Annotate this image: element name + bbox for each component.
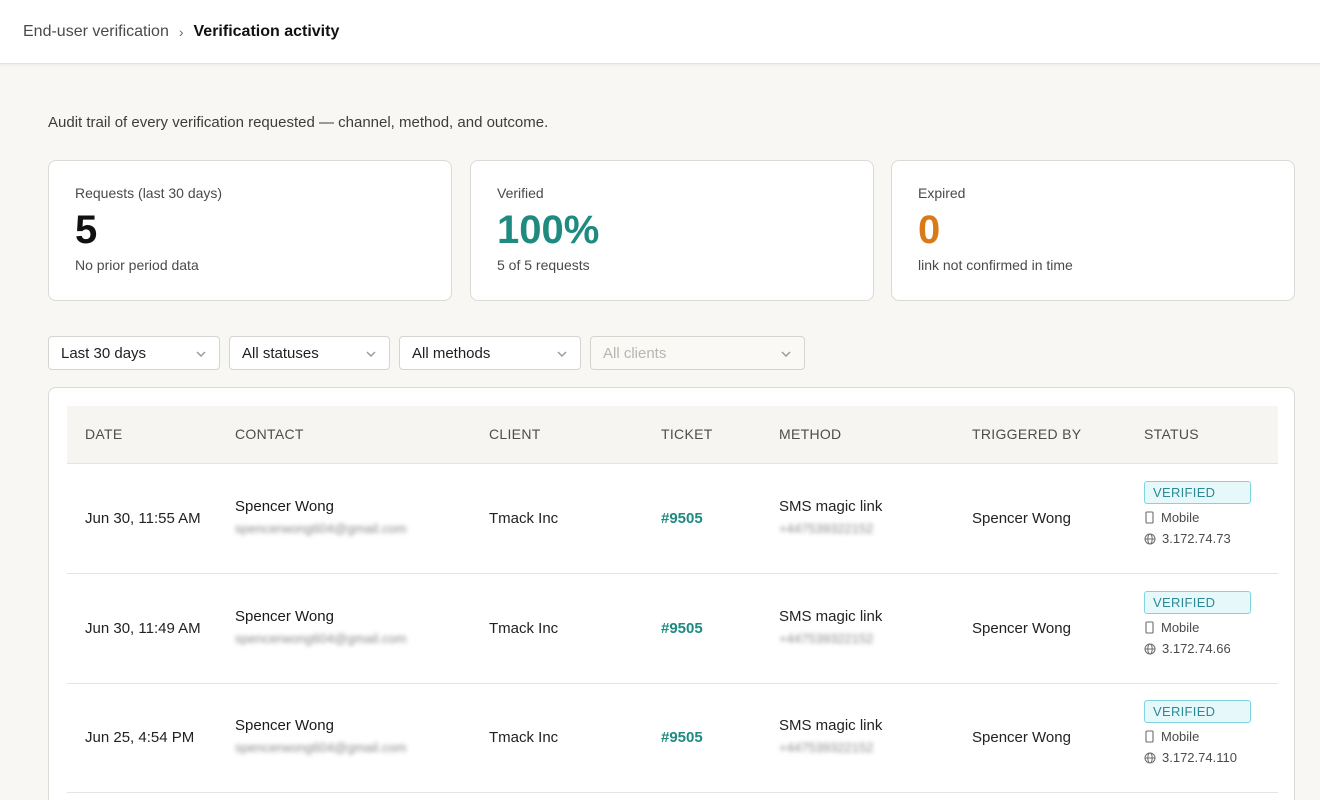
mobile-icon [1145,621,1154,634]
row-date: Jun 30, 11:49 AM [85,620,201,637]
method-filter-select[interactable]: All methods [399,336,581,370]
row-triggered-by: Spencer Wong [972,620,1071,637]
verification-table: DATE CONTACT CLIENT TICKET METHOD TRIGGE… [48,387,1295,800]
stat-value: 5 [75,208,98,252]
row-date: Jun 30, 11:55 AM [85,510,201,527]
table-header: DATE CONTACT CLIENT TICKET METHOD TRIGGE… [67,406,1278,464]
stat-value: 0 [918,208,941,252]
contact-phone: +447539322152 [779,631,874,646]
client-filter-select[interactable]: All clients [590,336,805,370]
stat-card-verified: Verified 100% 5 of 5 requests [470,160,874,301]
row-triggered-by: Spencer Wong [972,729,1071,746]
stat-card-requests: Requests (last 30 days) 5 No prior perio… [48,160,452,301]
device-label: Mobile [1161,729,1200,744]
contact-name: Spencer Wong [235,717,334,734]
device-info: Mobile [1144,510,1251,525]
row-contact: Spencer Wong spencerwong604@gmail.com [235,717,406,755]
row-method: SMS magic link +447539322152 [779,717,882,755]
mobile-icon [1145,511,1154,524]
column-header-triggered-by[interactable]: TRIGGERED BY [972,426,1081,442]
page-subtitle: Audit trail of every verification reques… [48,114,549,131]
status-filter-value: All statuses [242,344,319,362]
contact-phone: +447539322152 [779,521,874,536]
client-filter-value: All clients [603,344,667,362]
chevron-down-icon [557,351,567,357]
ip-info: 3.172.74.110 [1144,750,1251,765]
column-header-contact[interactable]: CONTACT [235,426,304,442]
ip-address: 3.172.74.110 [1162,750,1237,765]
stat-label: Verified [497,185,544,201]
row-status: VERIFIED Mobile 3.172.74.66 [1144,591,1251,656]
status-badge: VERIFIED [1144,591,1251,614]
method-name: SMS magic link [779,717,883,734]
stat-label: Requests (last 30 days) [75,185,223,201]
stat-value: 100% [497,208,600,252]
ip-address: 3.172.74.66 [1162,641,1231,656]
row-client: Tmack Inc [489,620,559,637]
mobile-icon [1145,730,1154,743]
contact-name: Spencer Wong [235,498,334,515]
globe-icon [1144,533,1156,544]
device-label: Mobile [1161,510,1200,525]
stat-card-expired: Expired 0 link not confirmed in time [891,160,1295,301]
ip-address: 3.172.74.73 [1162,531,1231,546]
table-row[interactable]: Jun 30, 11:49 AM Spencer Wong spencerwon… [67,574,1278,684]
stat-note: No prior period data [75,257,199,273]
row-status: VERIFIED Mobile 3.172.74.110 [1144,700,1251,765]
chevron-down-icon [781,351,791,357]
ip-info: 3.172.74.66 [1144,641,1251,656]
method-name: SMS magic link [779,608,883,625]
device-info: Mobile [1144,620,1251,635]
ticket-link[interactable]: #9505 [661,510,703,527]
row-client: Tmack Inc [489,729,559,746]
column-header-client[interactable]: CLIENT [489,426,541,442]
contact-email: spencerwong604@gmail.com [235,631,407,646]
row-triggered-by: Spencer Wong [972,510,1071,527]
period-filter-select[interactable]: Last 30 days [48,336,220,370]
device-info: Mobile [1144,729,1251,744]
page-title: Verification activity [193,22,340,40]
globe-icon [1144,752,1156,763]
column-header-method[interactable]: METHOD [779,426,841,442]
table-row[interactable]: Jun 25, 4:54 PM Spencer Wong spencerwong… [67,683,1278,793]
stat-label: Expired [918,185,966,201]
ticket-link[interactable]: #9505 [661,620,703,637]
contact-email: spencerwong604@gmail.com [235,521,407,536]
row-contact: Spencer Wong spencerwong604@gmail.com [235,498,406,536]
contact-email: spencerwong604@gmail.com [235,740,407,755]
device-label: Mobile [1161,620,1200,635]
stat-note: link not confirmed in time [918,257,1073,273]
chevron-down-icon [366,351,376,357]
row-status: VERIFIED Mobile 3.172.74.73 [1144,481,1251,546]
ip-info: 3.172.74.73 [1144,531,1251,546]
column-header-date[interactable]: DATE [85,426,123,442]
contact-name: Spencer Wong [235,608,334,625]
row-contact: Spencer Wong spencerwong604@gmail.com [235,608,406,646]
status-badge: VERIFIED [1144,481,1251,504]
period-filter-value: Last 30 days [61,344,147,362]
globe-icon [1144,643,1156,654]
stat-note: 5 of 5 requests [497,257,590,273]
breadcrumb-separator: › [178,23,184,40]
ticket-link[interactable]: #9505 [661,729,703,746]
status-badge: VERIFIED [1144,700,1251,723]
chevron-down-icon [196,351,206,357]
column-header-ticket[interactable]: TICKET [661,426,713,442]
table-row[interactable]: Jun 30, 11:55 AM Spencer Wong spencerwon… [67,464,1278,574]
method-name: SMS magic link [779,498,883,515]
column-header-status[interactable]: STATUS [1144,426,1199,442]
row-date: Jun 25, 4:54 PM [85,729,195,746]
row-client: Tmack Inc [489,510,559,527]
method-filter-value: All methods [412,344,491,362]
row-method: SMS magic link +447539322152 [779,608,882,646]
status-filter-select[interactable]: All statuses [229,336,390,370]
contact-phone: +447539322152 [779,740,874,755]
top-bar: End-user verification › Verification act… [0,0,1320,64]
row-method: SMS magic link +447539322152 [779,498,882,536]
breadcrumb-parent-link[interactable]: End-user verification [23,23,169,41]
